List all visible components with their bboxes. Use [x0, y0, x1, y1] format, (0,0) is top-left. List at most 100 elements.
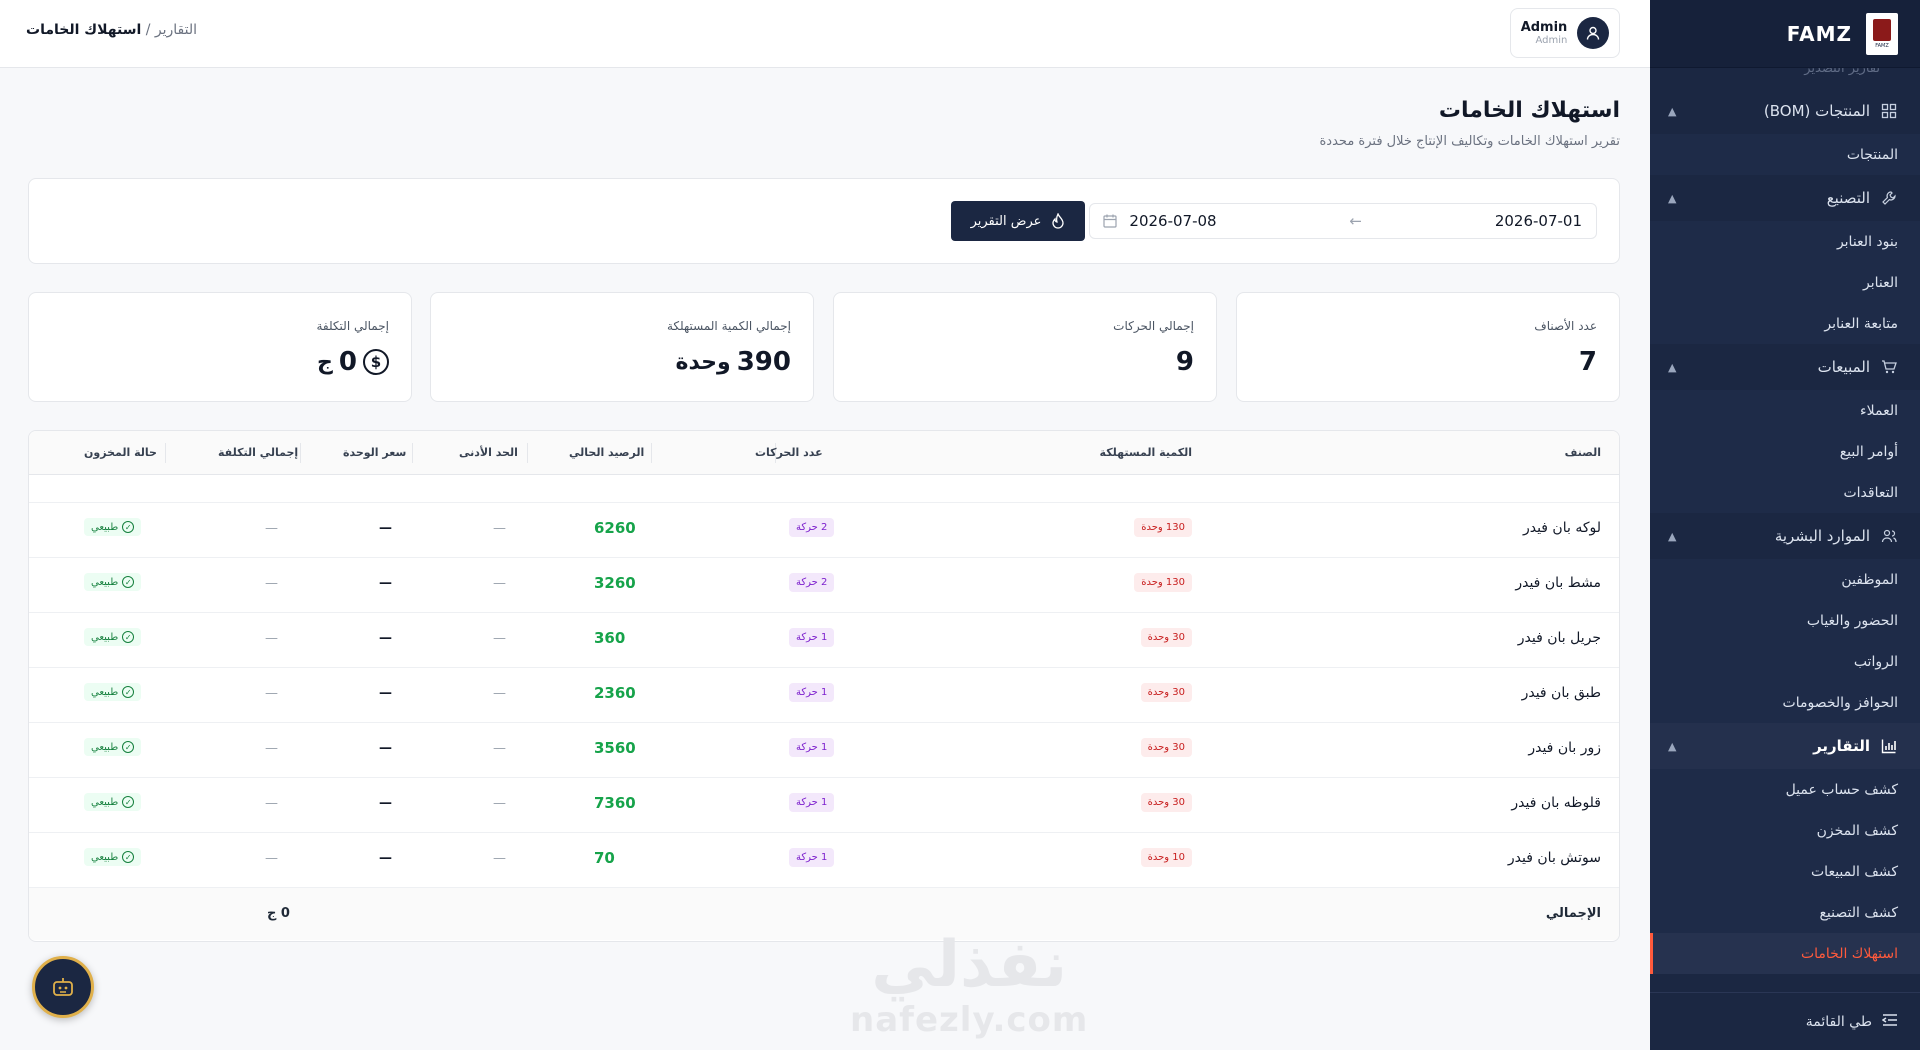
- caret-up-icon[interactable]: ▲: [1668, 361, 1676, 374]
- col-item[interactable]: الصنف: [1565, 446, 1601, 459]
- min-level: —: [493, 631, 506, 646]
- sidebar-group-1[interactable]: التصنيع ▲: [1650, 175, 1920, 221]
- table-row[interactable]: طبق بان فيدر 30 وحدة 1 حركة 2360 — — — ✓ طبيعي: [29, 668, 1619, 723]
- chatbot-button[interactable]: [32, 956, 94, 1018]
- date-from[interactable]: 2026-07-01: [1382, 212, 1582, 230]
- check-circle-icon: ✓: [122, 741, 135, 753]
- consumed-qty-badge: 30 وحدة: [1140, 793, 1192, 812]
- unit-price: —: [379, 741, 392, 756]
- moves-badge: 1 حركة: [789, 738, 835, 757]
- total-cost: —: [265, 741, 278, 756]
- sidebar-menu: تقارير التصدير المنتجات (BOM) ▲ المنتجات ال…: [1650, 68, 1920, 974]
- sidebar-item[interactable]: العنابر: [1650, 262, 1920, 303]
- sidebar-group-0[interactable]: المنتجات (BOM) ▲: [1650, 88, 1920, 134]
- current-balance: 360: [594, 629, 626, 647]
- wrench-icon: [1880, 189, 1898, 207]
- date-to[interactable]: 2026-07-08: [1129, 212, 1329, 230]
- min-level: —: [493, 796, 506, 811]
- col-moves[interactable]: عدد الحركات: [755, 446, 823, 459]
- stock-status-badge: ✓ طبيعي: [84, 848, 142, 866]
- min-level: —: [493, 576, 506, 591]
- brand-logo[interactable]: FAMZ: [1866, 12, 1898, 55]
- sidebar-item[interactable]: العملاء: [1650, 390, 1920, 431]
- moves-badge: 1 حركة: [789, 848, 835, 867]
- check-circle-icon: ✓: [122, 686, 135, 698]
- sidebar-item[interactable]: التعاقدات: [1650, 472, 1920, 513]
- item-name: لوكه بان فيدر: [1522, 520, 1601, 536]
- min-level: —: [493, 521, 506, 536]
- current-balance: 7360: [594, 794, 636, 812]
- collapse-icon: [1881, 1013, 1898, 1031]
- table-row[interactable]: زور بان فيدر 30 وحدة 1 حركة 3560 — — — ✓ طبيعي: [29, 723, 1619, 778]
- sidebar-item[interactable]: متابعة العنابر: [1650, 303, 1920, 344]
- table-row[interactable]: مشط بان فيدر 130 وحدة 2 حركة 3260 — — — ✓ طبيعي: [29, 558, 1619, 613]
- moves-badge: 2 حركة: [789, 518, 835, 537]
- user-name: Admin: [1520, 20, 1568, 35]
- col-stock-status[interactable]: حالة المخزون: [84, 446, 157, 459]
- sidebar-item[interactable]: بنود العنابر: [1650, 221, 1920, 262]
- collapse-menu-button[interactable]: طي القائمة: [1650, 992, 1920, 1050]
- item-name: جريل بان فيدر: [1517, 630, 1601, 646]
- total-cost: —: [265, 796, 278, 811]
- page-title: استهلاك الخامات: [1438, 98, 1620, 123]
- col-balance[interactable]: الرصيد الحالي: [569, 446, 644, 459]
- table-row[interactable]: جريل بان فيدر 30 وحدة 1 حركة 360 — — — ✓ طبيعي: [29, 613, 1619, 668]
- date-range-picker[interactable]: 2026-07-01 ← 2026-07-08: [1089, 203, 1597, 239]
- sidebar-item[interactable]: كشف المبيعات: [1650, 851, 1920, 892]
- moves-badge: 1 حركة: [789, 793, 835, 812]
- footer-label: الإجمالي: [1545, 906, 1601, 921]
- sidebar-group-label: التقارير: [1813, 737, 1870, 755]
- stat-total-cost: إجمالي التكلفة $ 0 ج: [28, 292, 412, 402]
- stock-status-badge: ✓ طبيعي: [84, 573, 142, 591]
- show-report-button[interactable]: عرض التقرير: [951, 201, 1085, 241]
- sidebar-group-label: المنتجات (BOM): [1763, 102, 1870, 120]
- sidebar-group-3[interactable]: الموارد البشرية ▲: [1650, 513, 1920, 559]
- user-menu[interactable]: Admin Admin: [1510, 8, 1620, 58]
- table-row[interactable]: لوكه بان فيدر 130 وحدة 2 حركة 6260 — — — ✓ طبيعي: [29, 503, 1619, 558]
- table-row[interactable]: قلوظه بان فيدر 30 وحدة 1 حركة 7360 — — — ✓ طبيعي: [29, 778, 1619, 833]
- sidebar-group-2[interactable]: المبيعات ▲: [1650, 344, 1920, 390]
- page-subtitle: تقرير استهلاك الخامات وتكاليف الإنتاج خل…: [1319, 134, 1621, 149]
- sidebar-group-4[interactable]: التقارير ▲: [1650, 723, 1920, 769]
- sidebar-item[interactable]: كشف حساب عميل: [1650, 769, 1920, 810]
- caret-up-icon[interactable]: ▲: [1668, 105, 1676, 118]
- sidebar-item[interactable]: أوامر البيع: [1650, 431, 1920, 472]
- sidebar-item[interactable]: استهلاك الخامات: [1650, 933, 1920, 974]
- sidebar-item[interactable]: الحوافز والخصومات: [1650, 682, 1920, 723]
- item-name: سوتش بان فيدر: [1507, 850, 1601, 866]
- caret-up-icon[interactable]: ▲: [1668, 740, 1676, 753]
- col-min[interactable]: الحد الأدنى: [459, 446, 518, 459]
- caret-up-icon[interactable]: ▲: [1668, 192, 1676, 205]
- consumed-qty-badge: 30 وحدة: [1140, 738, 1192, 757]
- item-name: طبق بان فيدر: [1521, 685, 1601, 701]
- table-row[interactable]: سوتش بان فيدر 10 وحدة 1 حركة 70 — — — ✓ طبيعي: [29, 833, 1619, 888]
- col-consumed-qty[interactable]: الكمية المستهلكة: [1100, 446, 1192, 459]
- unit-price: —: [379, 851, 392, 866]
- breadcrumb-current: استهلاك الخامات: [26, 22, 142, 38]
- sidebar-item[interactable]: الموظفين: [1650, 559, 1920, 600]
- avatar: [1577, 17, 1610, 49]
- sidebar-item[interactable]: كشف المخزن: [1650, 810, 1920, 851]
- topbar: Admin Admin التقارير / استهلاك الخامات: [0, 0, 1650, 68]
- col-unit-price[interactable]: سعر الوحدة: [343, 446, 406, 459]
- col-total-cost[interactable]: إجمالي التكلفة: [218, 446, 298, 459]
- robot-icon: [53, 978, 73, 996]
- sidebar-item[interactable]: كشف التصنيع: [1650, 892, 1920, 933]
- calendar-icon[interactable]: [1102, 213, 1118, 233]
- check-circle-icon: ✓: [122, 521, 135, 533]
- sidebar-item-partial[interactable]: تقارير التصدير: [1650, 68, 1920, 88]
- table-body: لوكه بان فيدر 130 وحدة 2 حركة 6260 — — — ✓ طبيعي…: [29, 503, 1619, 888]
- arrow-icon: ←: [1349, 212, 1362, 230]
- item-name: زور بان فيدر: [1528, 740, 1601, 756]
- total-cost: —: [265, 576, 278, 591]
- current-balance: 2360: [594, 684, 636, 702]
- item-name: قلوظه بان فيدر: [1511, 795, 1601, 811]
- sidebar-item[interactable]: المنتجات: [1650, 134, 1920, 175]
- sidebar-item[interactable]: الرواتب: [1650, 641, 1920, 682]
- sidebar-item[interactable]: الحضور والغياب: [1650, 600, 1920, 641]
- cart-icon: [1880, 358, 1898, 376]
- caret-up-icon[interactable]: ▲: [1668, 530, 1676, 543]
- check-circle-icon: ✓: [122, 796, 135, 808]
- breadcrumb-parent[interactable]: التقارير: [155, 22, 197, 38]
- watermark: نفذلي nafezly.com: [850, 928, 1089, 1040]
